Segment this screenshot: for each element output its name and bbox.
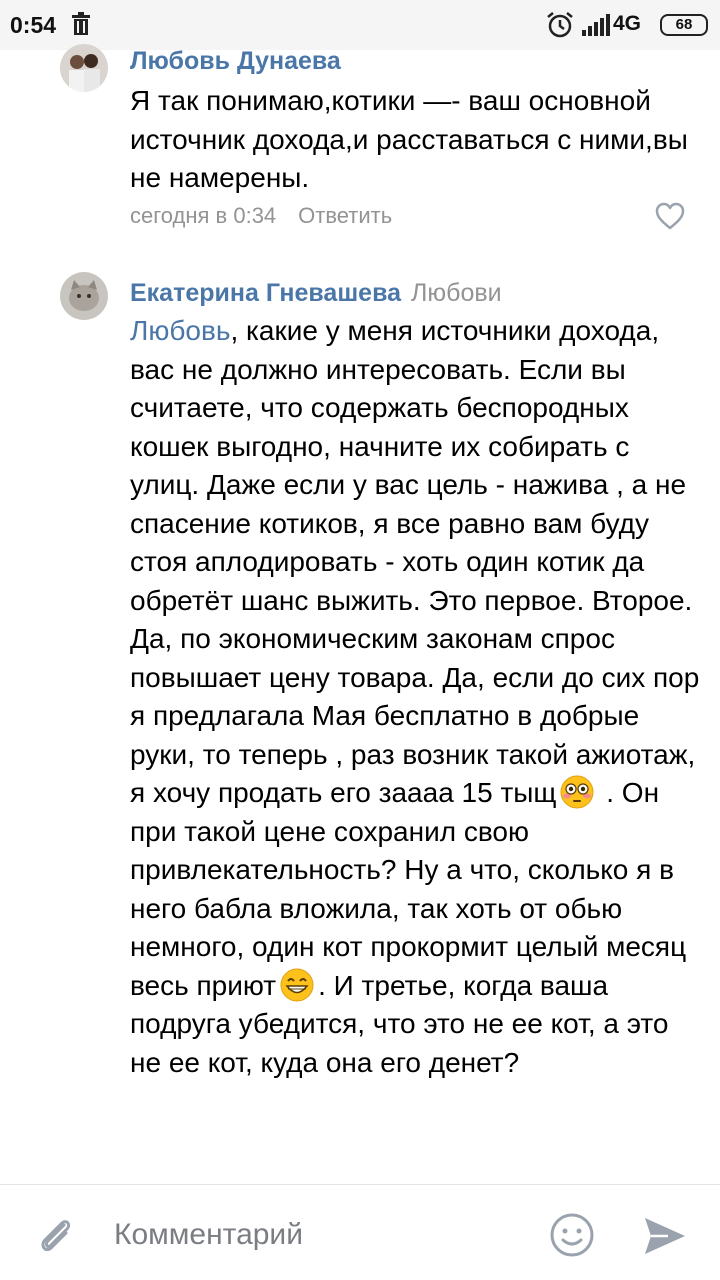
avatar[interactable] [60, 272, 108, 320]
mention-link[interactable]: Любовь [130, 315, 230, 346]
network-type: 4G [613, 12, 642, 35]
status-bar: 0:54 4G 68 [0, 0, 720, 50]
comment-author: Екатерина Гневашева Любови [130, 279, 502, 308]
battery-indicator: 68 [660, 14, 708, 36]
reply-to-label[interactable]: Любови [411, 279, 502, 307]
comment-meta: сегодня в 0:34 Ответить [130, 203, 392, 229]
grinning-emoji-icon [280, 968, 314, 1001]
comment-text-part: . Он при такой цене сохранил свою привле… [130, 777, 687, 1001]
flushed-emoji-icon [560, 775, 594, 809]
avatar-photo [60, 272, 108, 320]
alarm-icon [547, 12, 573, 38]
comment-composer [0, 1184, 720, 1280]
trash-icon [72, 12, 90, 35]
comment-author[interactable]: Любовь Дунаева [130, 47, 341, 76]
comment-time: сегодня в 0:34 [130, 203, 277, 228]
reply-button[interactable]: Ответить [298, 203, 392, 228]
avatar-photo [60, 44, 108, 92]
paperclip-icon[interactable] [34, 1213, 78, 1257]
signal-icon [582, 14, 610, 36]
comment-text-part: , какие у меня источники дохода, вас не … [130, 315, 700, 808]
comment-input[interactable] [114, 1213, 534, 1257]
comment-text: Любовь, какие у меня источники дохода, в… [130, 312, 700, 1082]
smile-icon[interactable] [548, 1211, 596, 1259]
heart-icon[interactable] [654, 201, 686, 231]
comment-text: Я так понимаю,котики —- ваш основной ист… [130, 85, 688, 193]
avatar[interactable] [60, 44, 108, 92]
send-icon[interactable] [642, 1215, 688, 1257]
comment-author-name[interactable]: Екатерина Гневашева [130, 279, 401, 307]
status-time: 0:54 [10, 12, 57, 38]
